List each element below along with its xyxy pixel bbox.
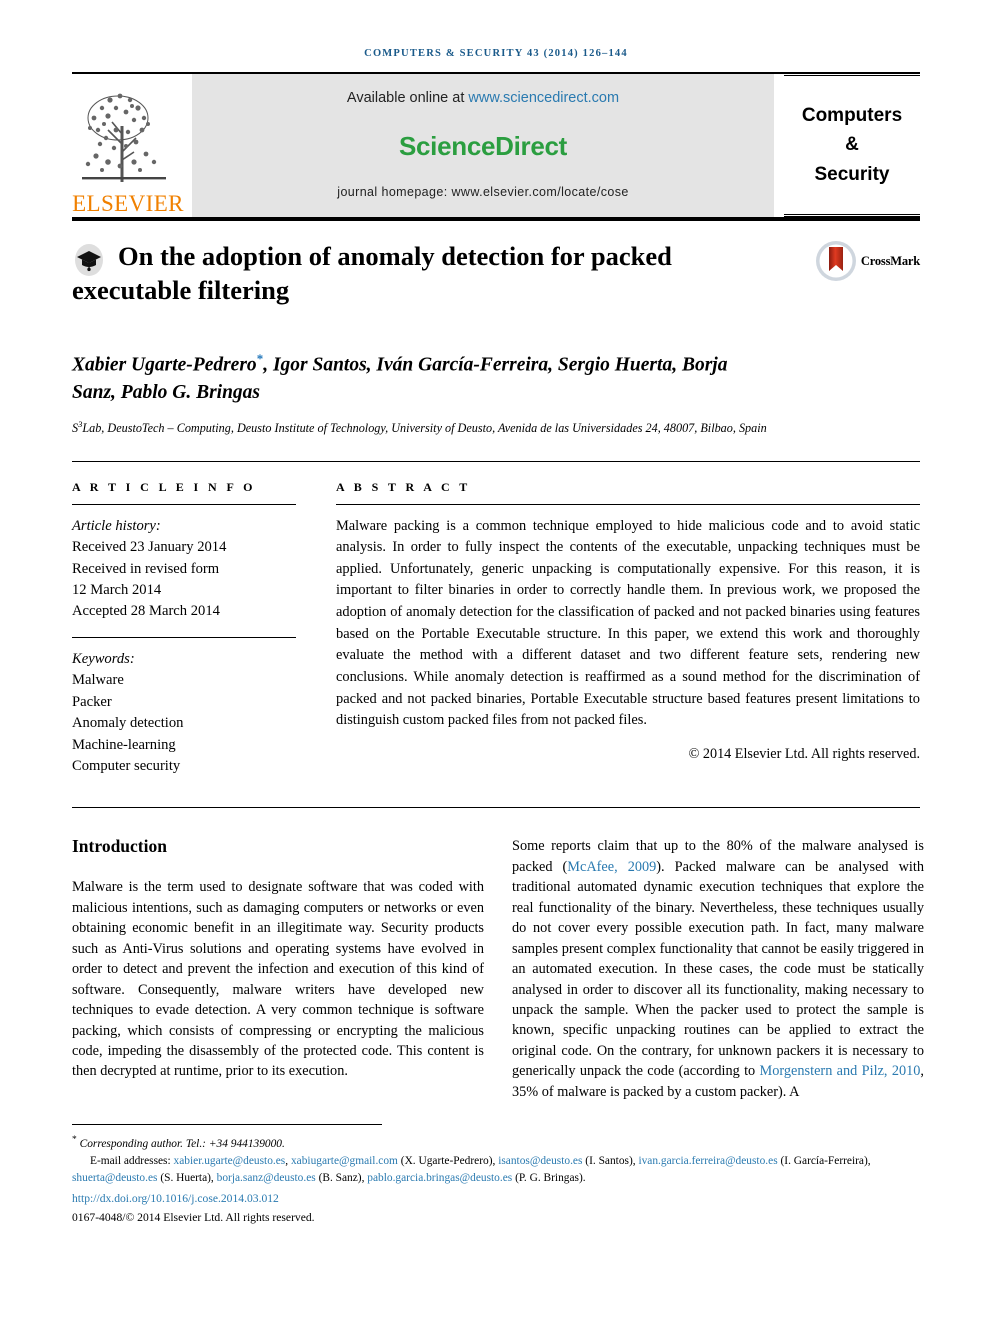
corresponding-author-text: Corresponding author. Tel.: +34 94413900… — [79, 1137, 285, 1150]
elsevier-logo: ELSEVIER — [72, 74, 184, 217]
crossmark-icon[interactable] — [815, 240, 857, 282]
article-history-label: Article history: — [72, 517, 161, 534]
article-info-heading: A R T I C L E I N F O — [72, 479, 256, 494]
citation-mcafee-2009[interactable]: McAfee, 2009 — [567, 859, 656, 875]
keyword-item: Packer — [72, 693, 112, 710]
history-item: Accepted 28 March 2014 — [72, 603, 220, 620]
journal-title-line-3: Security — [814, 163, 890, 185]
available-online-text: Available online at — [346, 90, 469, 106]
email-link[interactable]: borja.sanz@deusto.es — [217, 1172, 316, 1184]
masthead-bottom-rule — [72, 217, 920, 221]
journal-title-line-2: & — [845, 134, 859, 156]
email-link[interactable]: shuerta@deusto.es — [72, 1172, 157, 1184]
sciencedirect-logo[interactable]: ScienceDirect — [399, 131, 567, 162]
elsevier-tree-icon — [82, 93, 166, 182]
keyword-item: Machine-learning — [72, 736, 176, 753]
email-link[interactable]: ivan.garcia.ferreira@deusto.es — [638, 1155, 777, 1167]
history-item: 12 March 2014 — [72, 581, 162, 598]
corresponding-star: * — [72, 1135, 77, 1146]
sciencedirect-url-link[interactable]: www.sciencedirect.com — [468, 90, 619, 106]
email-owner: (I. García-Ferreira), — [780, 1154, 871, 1167]
email-link[interactable]: isantos@deusto.es — [498, 1155, 582, 1167]
email-link[interactable]: pablo.garcia.bringas@deusto.es — [367, 1172, 512, 1184]
abstract-text: Malware packing is a common technique em… — [336, 517, 920, 729]
keywords-rule — [72, 636, 296, 638]
email-link[interactable]: xabier.ugarte@deusto.es — [174, 1155, 286, 1167]
section-heading-introduction: Introduction — [72, 836, 167, 857]
email-owner: (P. G. Bringas). — [515, 1171, 586, 1184]
journal-title-line-1: Computers — [801, 104, 903, 126]
citation-morgenstern-pilz-2010[interactable]: Morgenstern and Pilz, 2010 — [760, 1063, 921, 1079]
keywords-label: Keywords: — [72, 650, 135, 667]
abstract-bottom-rule — [72, 807, 920, 809]
affiliation-text: Lab, DeustoTech – Computing, Deusto Inst… — [82, 420, 767, 435]
journal-masthead: ELSEVIER Available online at www.science… — [72, 73, 920, 217]
history-item: Received 23 January 2014 — [72, 539, 227, 556]
body-column-right: Some reports claim that up to the 80% of… — [512, 836, 924, 1102]
crossmark-badge[interactable]: CrossMark — [790, 240, 920, 308]
affiliation: S3Lab, DeustoTech – Computing, Deusto In… — [72, 418, 792, 438]
email-owner: (B. Sanz), — [318, 1171, 368, 1184]
email-owner: (I. Santos), — [585, 1154, 639, 1167]
intro-paragraph-left: Malware is the term used to designate so… — [72, 879, 484, 1080]
email-link[interactable]: xabiugarte@gmail.com — [291, 1155, 398, 1167]
keyword-item: Anomaly detection — [72, 715, 184, 732]
footnote-block: * Corresponding author. Tel.: +34 944139… — [72, 1133, 920, 1226]
keyword-item: Computer security — [72, 758, 181, 775]
doi-link[interactable]: http://dx.doi.org/10.1016/j.cose.2014.03… — [72, 1190, 920, 1207]
footnote-rule — [72, 1124, 382, 1126]
info-abstract-area: A R T I C L E I N F O Article history: R… — [72, 480, 920, 778]
graduation-cap-icon — [75, 244, 103, 276]
issn-copyright: 0167-4048/© 2014 Elsevier Ltd. All right… — [72, 1210, 315, 1224]
abstract-rule — [336, 503, 920, 505]
title-row: On the adoption of anomaly detection for… — [72, 240, 920, 308]
abstract-copyright: © 2014 Elsevier Ltd. All rights reserved… — [688, 745, 920, 762]
email-addresses-label: E-mail addresses: — [90, 1154, 171, 1167]
available-online-line: Available online at www.sciencedirect.co… — [347, 90, 619, 106]
email-owner: (X. Ugarte-Pedrero), — [400, 1154, 499, 1167]
body-column-left: Introduction Malware is the term used to… — [72, 836, 484, 1102]
keyword-item: Malware — [72, 672, 124, 689]
sciencedirect-band: Available online at www.sciencedirect.co… — [192, 74, 774, 217]
paper-page: COMPUTERS & SECURITY 43 (2014) 126–144 E… — [0, 0, 992, 1323]
article-info-rule — [72, 503, 296, 505]
running-head: COMPUTERS & SECURITY 43 (2014) 126–144 — [364, 48, 628, 59]
info-top-rule — [72, 460, 920, 462]
corresponding-author-note: * Corresponding author. Tel.: +34 944139… — [72, 1133, 920, 1153]
history-item: Received in revised form — [72, 560, 220, 577]
abstract-heading: A B S T R A C T — [336, 479, 471, 494]
keywords-block: Keywords: Malware Packer Anomaly detecti… — [72, 649, 296, 778]
body-columns: Introduction Malware is the term used to… — [72, 836, 924, 1102]
intro-right-text-2: ). Packed malware can be analysed with t… — [512, 858, 924, 1080]
journal-title-block: Computers & Security — [784, 73, 920, 217]
author-list: Xabier Ugarte-Pedrero*, Igor Santos, Ivá… — [72, 350, 772, 407]
intro-paragraph-right: Some reports claim that up to the 80% of… — [512, 836, 924, 1102]
page-title: On the adoption of anomaly detection for… — [72, 241, 672, 305]
elsevier-wordmark: ELSEVIER — [72, 191, 184, 216]
article-info-column: A R T I C L E I N F O Article history: R… — [72, 480, 322, 778]
email-addresses-note: E-mail addresses: xabier.ugarte@deusto.e… — [72, 1153, 920, 1187]
abstract-column: A B S T R A C T Malware packing is a com… — [322, 480, 920, 778]
article-history-block: Article history: Received 23 January 201… — [72, 516, 296, 623]
title-wrap: On the adoption of anomaly detection for… — [72, 240, 790, 308]
author-first: Xabier Ugarte-Pedrero — [72, 354, 257, 376]
email-owner: (S. Huerta), — [160, 1171, 217, 1184]
crossmark-label: CrossMark — [860, 254, 920, 268]
journal-homepage-line[interactable]: journal homepage: www.elsevier.com/locat… — [337, 185, 628, 199]
